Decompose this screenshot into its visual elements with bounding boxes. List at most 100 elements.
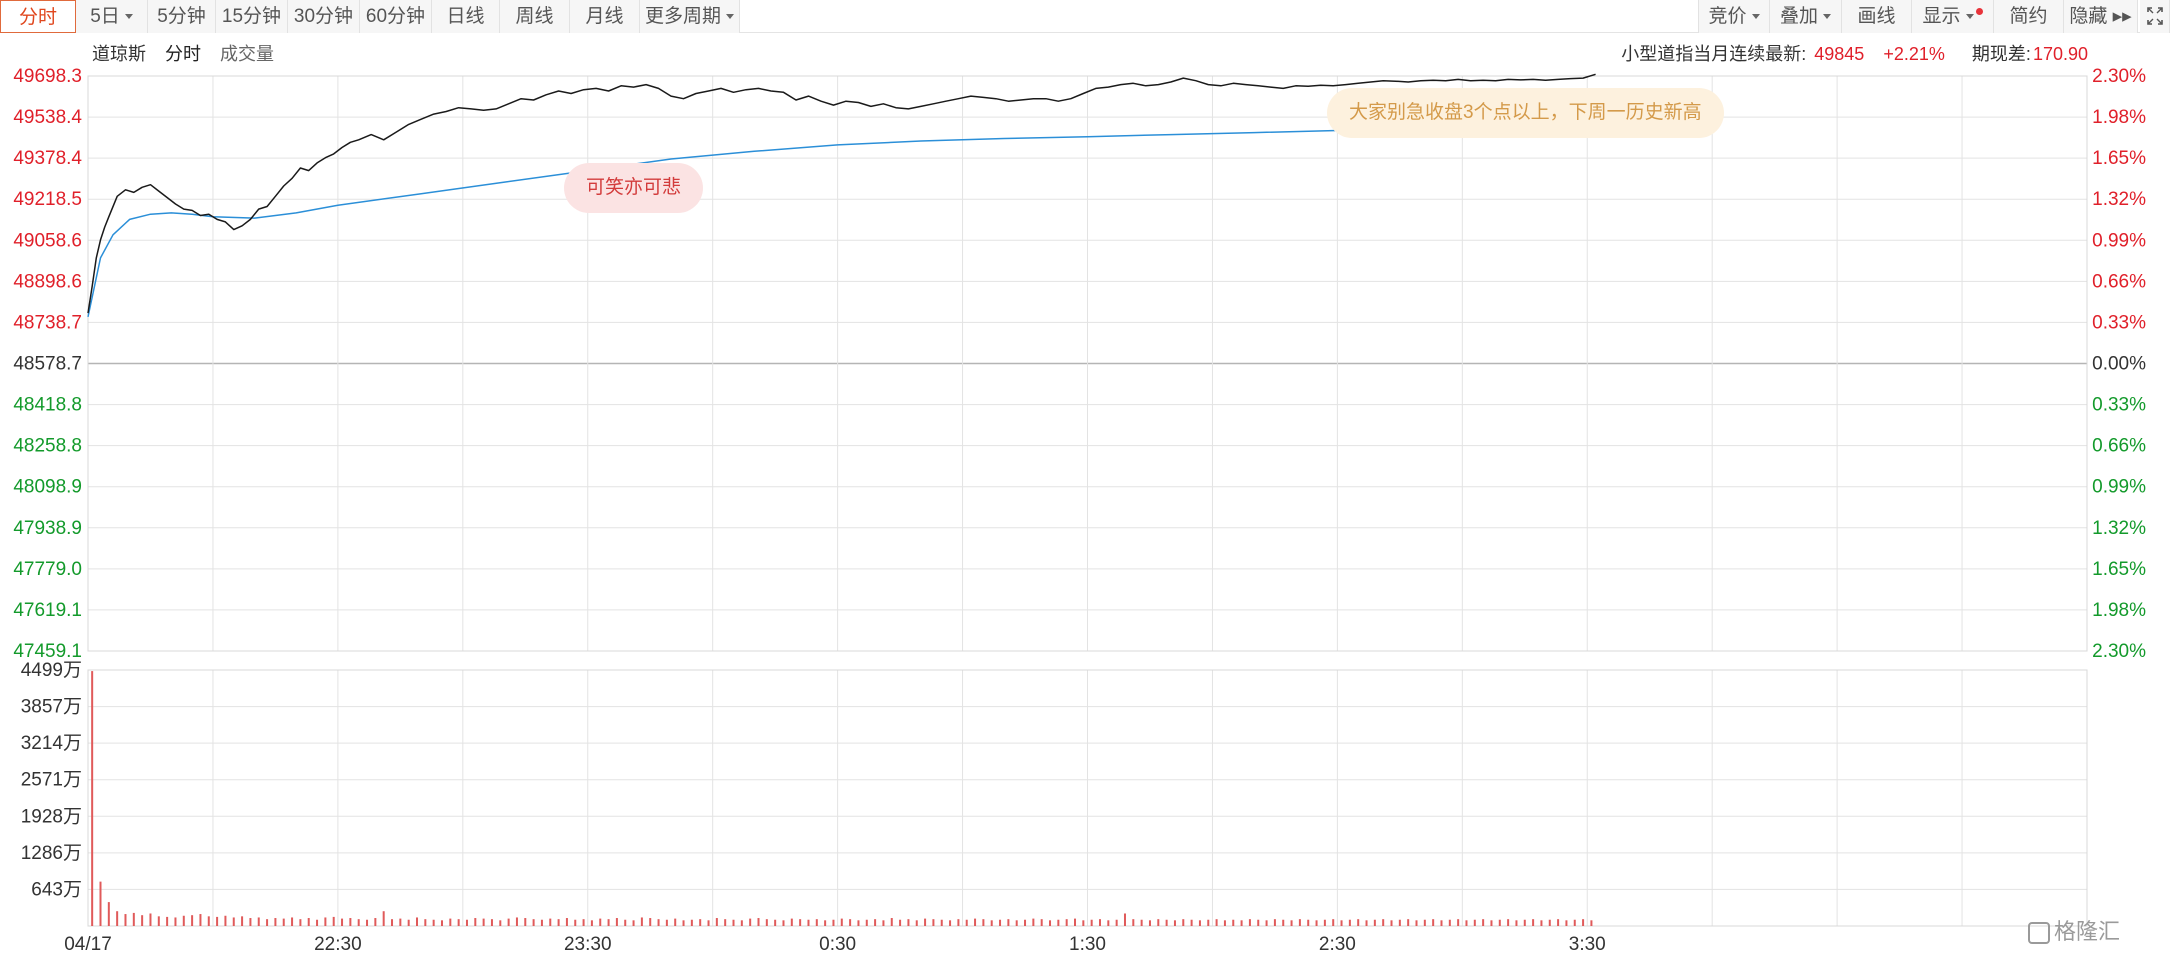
volume-bar	[490, 919, 493, 926]
volume-bar	[732, 919, 735, 926]
volume-bar	[682, 920, 685, 926]
volume-bar	[957, 919, 960, 926]
volume-bar	[724, 919, 727, 926]
volume-bar	[1240, 920, 1243, 926]
volume-bar	[382, 911, 385, 926]
volume-bar	[1307, 919, 1310, 926]
volume-bar	[1290, 920, 1293, 926]
volume-bar	[207, 916, 210, 926]
volume-bar	[640, 917, 643, 926]
percent-tick-label: 0.33%	[2092, 312, 2146, 333]
volume-bar	[124, 914, 127, 926]
volume-bar	[232, 917, 235, 926]
volume-tick-label: 643万	[31, 879, 82, 900]
volume-bar	[474, 918, 477, 926]
time-tick-label: 3:30	[1569, 934, 1606, 954]
percent-tick-label: 1.98%	[2092, 107, 2146, 128]
volume-bar	[366, 919, 369, 926]
average-price-line	[87, 124, 1596, 318]
volume-bar	[1415, 920, 1418, 926]
volume-bar	[765, 919, 768, 926]
price-tick-label: 48898.6	[13, 271, 82, 292]
volume-bar	[707, 920, 710, 926]
volume-bar	[1115, 919, 1118, 926]
volume-bar	[499, 920, 502, 926]
volume-bar	[1340, 920, 1343, 926]
volume-bar	[540, 919, 543, 926]
volume-bar	[440, 920, 443, 926]
volume-tick-label: 1286万	[21, 843, 82, 864]
annotation-bubble-2[interactable]: 大家别急收盘3个点以上，下周一历史新高	[1327, 88, 1724, 138]
price-tick-label: 49538.4	[13, 107, 82, 128]
percent-tick-label: 0.66%	[2092, 271, 2146, 292]
volume-bar	[1398, 919, 1401, 926]
watermark-logo-icon	[2028, 922, 2050, 945]
percent-tick-label: 1.65%	[2092, 148, 2146, 169]
percent-tick-label: 0.00%	[2092, 354, 2146, 375]
percent-tick-label: 1.65%	[2092, 559, 2146, 580]
volume-bar	[1082, 920, 1085, 926]
volume-bar	[91, 671, 94, 926]
price-tick-label: 48098.9	[13, 477, 82, 498]
volume-bar	[282, 918, 285, 926]
price-tick-label: 49058.6	[13, 230, 82, 251]
volume-bar	[565, 918, 568, 926]
volume-bar	[507, 918, 510, 926]
volume-bar	[1573, 919, 1576, 926]
volume-bar	[832, 919, 835, 926]
volume-bar	[674, 918, 677, 926]
volume-bar	[1257, 919, 1260, 926]
volume-bar	[174, 917, 177, 926]
price-tick-label: 49218.5	[13, 189, 82, 210]
volume-bar	[391, 919, 394, 926]
volume-bar	[1390, 920, 1393, 926]
volume-bar	[1582, 919, 1585, 926]
volume-bar	[1565, 920, 1568, 926]
price-tick-label: 47459.1	[13, 641, 82, 662]
volume-bar	[1473, 919, 1476, 926]
volume-bar	[399, 918, 402, 926]
volume-bar	[949, 920, 952, 926]
volume-bar	[1173, 920, 1176, 926]
percent-tick-label: 1.32%	[2092, 189, 2146, 210]
watermark-text: 格隆汇	[2054, 919, 2121, 944]
volume-bar	[990, 920, 993, 926]
volume-bar	[782, 920, 785, 926]
volume-bar	[99, 881, 102, 926]
volume-tick-label: 2571万	[21, 770, 82, 791]
volume-bar	[241, 916, 244, 926]
volume-bar	[1074, 918, 1077, 926]
volume-bar	[1440, 920, 1443, 926]
volume-bar	[224, 915, 227, 926]
volume-bar	[590, 920, 593, 926]
volume-bar	[349, 918, 352, 926]
percent-tick-label: 0.66%	[2092, 436, 2146, 457]
volume-bar	[799, 919, 802, 926]
volume-bar	[599, 918, 602, 926]
volume-bar	[416, 917, 419, 926]
volume-bar	[749, 918, 752, 926]
volume-bar	[1540, 920, 1543, 926]
volume-bar	[757, 918, 760, 926]
volume-bar	[1507, 919, 1510, 926]
volume-bar	[665, 919, 668, 926]
volume-bar	[132, 912, 135, 926]
time-tick-label: 22:30	[314, 934, 362, 954]
price-tick-label: 48258.8	[13, 436, 82, 457]
percent-tick-label: 2.30%	[2092, 641, 2146, 662]
volume-bar	[824, 920, 827, 926]
price-tick-label: 48738.7	[13, 312, 82, 333]
volume-bar	[1515, 920, 1518, 926]
percent-tick-label: 0.99%	[2092, 230, 2146, 251]
volume-bar	[1232, 919, 1235, 926]
volume-bar	[1090, 919, 1093, 926]
volume-bar	[899, 919, 902, 926]
volume-bar	[882, 920, 885, 926]
volume-bar	[182, 915, 185, 926]
volume-bar	[1015, 920, 1018, 926]
annotation-bubble-1[interactable]: 可笑亦可悲	[564, 163, 704, 213]
volume-bar	[307, 918, 310, 926]
volume-bar	[1182, 919, 1185, 926]
volume-bar	[1323, 919, 1326, 926]
volume-bar	[424, 919, 427, 926]
